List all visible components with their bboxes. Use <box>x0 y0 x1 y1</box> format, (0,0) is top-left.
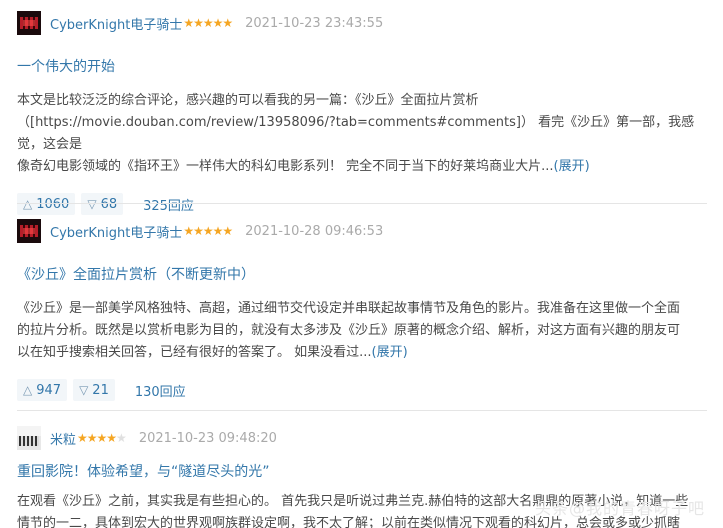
useful-count: 947 <box>36 382 62 398</box>
review-date: 2021-10-23 09:48:20 <box>138 430 277 446</box>
watermark: 头条@我的青春呀子吧 <box>534 499 705 518</box>
useless-count: 68 <box>100 196 118 212</box>
useful-count: 1060 <box>36 196 70 212</box>
avatar[interactable] <box>17 219 41 243</box>
rating-stars: ★★★★★ <box>183 16 233 30</box>
review-body: 本文是比较泛泛的综合评论，感兴趣的可以看我的另一篇：《沙丘》全面拉片赏析 （[h… <box>17 90 707 178</box>
review-title[interactable]: 《沙丘》全面拉片赏析（不断更新中） <box>17 264 707 283</box>
review-title[interactable]: 重回影院！体验希望，与“隧道尽头的光” <box>17 461 707 480</box>
divider <box>17 410 707 411</box>
review-card: CyberKnight电子骑士 ★★★★★ 2021-10-23 23:43:5… <box>17 10 707 216</box>
avatar[interactable] <box>17 426 41 450</box>
body-line: 的拉片分析。既然是以赏析电影为目的，就没有太多涉及《沙丘》原著的概念介绍、解析，… <box>17 323 681 338</box>
review-header: CyberKnight电子骑士 ★★★★★ 2021-10-23 23:43:5… <box>17 10 707 36</box>
review-actions: △ 1060 ▽ 68 325回应 <box>17 192 707 216</box>
useless-count: 21 <box>92 382 109 398</box>
body-line: 《沙丘》是一部美学风格独特、高超，通过细节交代设定并串联起故事情节及角色的影片。… <box>17 301 681 316</box>
review-header: CyberKnight电子骑士 ★★★★★ 2021-10-28 09:46:5… <box>17 218 707 244</box>
triangle-up-icon: △ <box>23 383 33 397</box>
review-actions: △ 947 ▽ 21 130回应 <box>17 378 707 402</box>
triangle-down-icon: ▽ <box>79 383 89 397</box>
review-header: 米粒 ★★★★★ 2021-10-23 09:48:20 <box>17 425 707 451</box>
useless-button[interactable]: ▽ 68 <box>81 193 124 215</box>
body-line: （[https://movie.douban.com/review/139580… <box>17 115 695 152</box>
useful-button[interactable]: △ 1060 <box>17 193 76 215</box>
body-line: 像奇幻电影领域的《指环王》一样伟大的科幻电影系列！ 完全不同于当下的好莱坞商业大… <box>17 159 590 174</box>
body-line: 以在知乎搜索相关回答，已经有很好的答案了。 如果没看过...(展开) <box>17 345 408 360</box>
avatar[interactable] <box>17 11 41 35</box>
useless-button[interactable]: ▽ 21 <box>73 379 115 401</box>
author-name[interactable]: 米粒 <box>50 429 76 448</box>
reply-link[interactable]: 130回应 <box>135 381 186 400</box>
reply-link[interactable]: 325回应 <box>143 195 194 214</box>
divider <box>17 203 707 204</box>
author-name[interactable]: CyberKnight电子骑士 <box>50 14 182 33</box>
expand-link[interactable]: (展开) <box>554 159 590 174</box>
expand-link[interactable]: (展开) <box>372 345 408 360</box>
triangle-up-icon: △ <box>23 197 33 211</box>
review-date: 2021-10-28 09:46:53 <box>245 223 384 239</box>
review-card: CyberKnight电子骑士 ★★★★★ 2021-10-28 09:46:5… <box>17 218 707 402</box>
review-date: 2021-10-23 23:43:55 <box>245 15 384 31</box>
rating-stars: ★★★★★ <box>77 431 127 445</box>
review-title[interactable]: 一个伟大的开始 <box>17 56 707 75</box>
rating-stars: ★★★★★ <box>183 224 233 238</box>
useful-button[interactable]: △ 947 <box>17 379 68 401</box>
author-name[interactable]: CyberKnight电子骑士 <box>50 222 182 241</box>
review-body: 《沙丘》是一部美学风格独特、高超，通过细节交代设定并串联起故事情节及角色的影片。… <box>17 298 707 364</box>
triangle-down-icon: ▽ <box>87 197 97 211</box>
body-line: 本文是比较泛泛的综合评论，感兴趣的可以看我的另一篇：《沙丘》全面拉片赏析 <box>17 93 479 108</box>
